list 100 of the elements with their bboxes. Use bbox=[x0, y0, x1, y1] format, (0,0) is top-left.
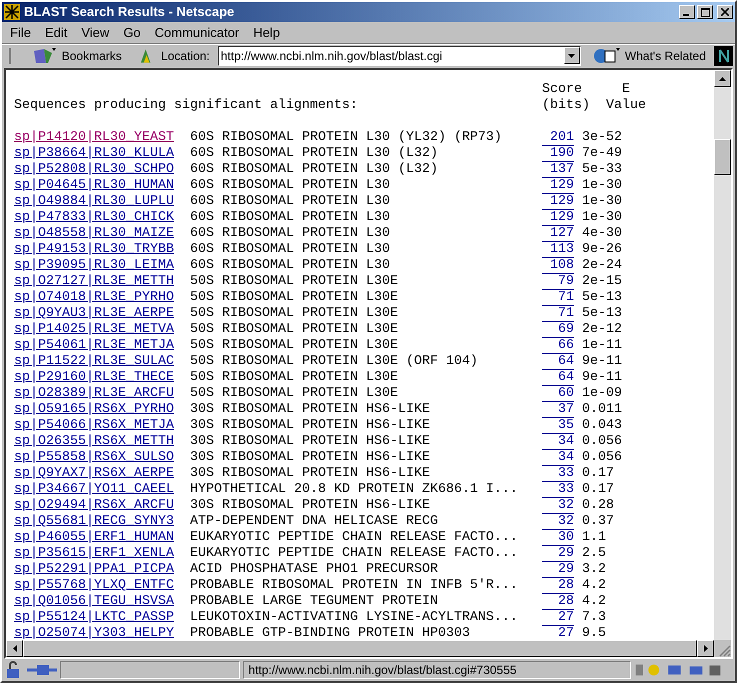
sequence-link[interactable]: sp|P55768|YLXQ_ENTFC bbox=[14, 578, 174, 594]
right-arrow-icon bbox=[704, 645, 708, 652]
score-link[interactable]: 28 bbox=[558, 594, 574, 609]
score-link[interactable]: 113 bbox=[550, 242, 574, 257]
sequence-link[interactable]: sp|P04645|RL30_HUMAN bbox=[14, 178, 174, 194]
score-link[interactable]: 129 bbox=[550, 178, 574, 193]
menu-item[interactable]: Help bbox=[253, 22, 280, 42]
vertical-scrollbar[interactable] bbox=[714, 70, 731, 640]
score-link[interactable]: 137 bbox=[550, 162, 574, 177]
score-link[interactable]: 33 bbox=[558, 482, 574, 497]
evalue-text: 0.17 bbox=[582, 466, 614, 482]
sequence-link[interactable]: sp|O49884|RL30_LUPLU bbox=[14, 194, 174, 210]
sequence-link[interactable]: sp|P29160|RL3E_THECE bbox=[14, 370, 174, 386]
bookmarks-button[interactable]: Bookmarks bbox=[32, 46, 122, 64]
score-link[interactable]: 27 bbox=[558, 610, 574, 625]
evalue-text: 5e-13 bbox=[582, 290, 622, 306]
sequence-link[interactable]: sp|O74018|RL3E_PYRHO bbox=[14, 290, 174, 306]
sequence-link[interactable]: sp|O27127|RL3E_METTH bbox=[14, 274, 174, 290]
description-text: PROBABLE GTP-BINDING PROTEIN HP0303 bbox=[190, 626, 471, 640]
sequence-link[interactable]: sp|P46055|ERF1_HUMAN bbox=[14, 530, 174, 546]
score-link[interactable]: 71 bbox=[558, 306, 574, 321]
score-link[interactable]: 127 bbox=[550, 226, 574, 241]
sequence-link[interactable]: sp|O25074|Y303_HELPY bbox=[14, 626, 174, 640]
whats-related-button[interactable]: What's Related bbox=[592, 46, 706, 64]
score-link[interactable]: 71 bbox=[558, 290, 574, 305]
description-text: EUKARYOTIC PEPTIDE CHAIN RELEASE FACTO... bbox=[190, 546, 519, 562]
sequence-link[interactable]: sp|Q01056|TEGU_HSVSA bbox=[14, 594, 174, 610]
sequence-link[interactable]: sp|P35615|ERF1_XENLA bbox=[14, 546, 174, 562]
description-text: HYPOTHETICAL 20.8 KD PROTEIN ZK686.1 I... bbox=[190, 482, 519, 498]
evalue-text: 7e-49 bbox=[582, 146, 622, 162]
scroll-thumb[interactable] bbox=[714, 139, 731, 175]
menu-item[interactable]: File bbox=[10, 22, 31, 42]
score-link[interactable]: 66 bbox=[558, 338, 574, 353]
sequence-link[interactable]: sp|P49153|RL30_TRYBB bbox=[14, 242, 174, 258]
menu-item[interactable]: Edit bbox=[44, 22, 68, 42]
evalue-text: 5e-33 bbox=[582, 162, 622, 178]
sequence-link[interactable]: sp|P55124|LKTC_PASSP bbox=[14, 610, 174, 626]
sequence-link[interactable]: sp|P34667|YO11_CAEEL bbox=[14, 482, 174, 498]
score-link[interactable]: 60 bbox=[558, 386, 574, 401]
description-text: 30S RIBOSOMAL PROTEIN HS6-LIKE bbox=[190, 434, 431, 450]
score-link[interactable]: 32 bbox=[558, 514, 574, 529]
score-link[interactable]: 30 bbox=[558, 530, 574, 545]
sequence-link[interactable]: sp|O26355|RS6X_METTH bbox=[14, 434, 174, 450]
sequence-link[interactable]: sp|P54061|RL3E_METJA bbox=[14, 338, 174, 354]
score-link[interactable]: 64 bbox=[558, 354, 574, 369]
score-link[interactable]: 79 bbox=[558, 274, 574, 289]
resize-grip-icon[interactable] bbox=[719, 645, 731, 657]
left-arrow-icon bbox=[12, 645, 16, 652]
description-text: PROBABLE RIBOSOMAL PROTEIN IN INFB 5'R... bbox=[190, 578, 519, 594]
score-link[interactable]: 28 bbox=[558, 578, 574, 593]
sequence-link[interactable]: sp|P14120|RL30_YEAST bbox=[14, 130, 174, 146]
sequence-link[interactable]: sp|P52291|PPA1_PICPA bbox=[14, 562, 174, 578]
score-link[interactable]: 129 bbox=[550, 194, 574, 209]
score-link[interactable]: 108 bbox=[550, 258, 574, 273]
score-link[interactable]: 129 bbox=[550, 210, 574, 225]
dropdown-button[interactable] bbox=[564, 47, 580, 64]
score-link[interactable]: 69 bbox=[558, 322, 574, 337]
sequence-link[interactable]: sp|P55858|RS6X_SULSO bbox=[14, 450, 174, 466]
description-text: 60S RIBOSOMAL PROTEIN L30 bbox=[190, 226, 391, 242]
score-link[interactable]: 34 bbox=[558, 450, 574, 465]
sequence-link[interactable]: sp|P14025|RL3E_METVA bbox=[14, 322, 174, 338]
description-text: 50S RIBOSOMAL PROTEIN L30E bbox=[190, 274, 399, 290]
score-link[interactable]: 190 bbox=[550, 146, 574, 161]
sequence-link[interactable]: sp|O29494|RS6X_ARCFU bbox=[14, 498, 174, 514]
menu-item[interactable]: Communicator bbox=[154, 22, 240, 42]
sequence-link[interactable]: sp|O59165|RS6X_PYRHO bbox=[14, 402, 174, 418]
score-link[interactable]: 32 bbox=[558, 498, 574, 513]
evalue-text: 3.2 bbox=[582, 562, 606, 578]
score-link[interactable]: 29 bbox=[558, 562, 574, 577]
sequence-link[interactable]: sp|Q55681|RECG_SYNY3 bbox=[14, 514, 174, 530]
sequence-link[interactable]: sp|Q9YAX7|RS6X_AERPE bbox=[14, 466, 174, 482]
sequence-link[interactable]: sp|P54066|RS6X_METJA bbox=[14, 418, 174, 434]
evalue-text: 1.1 bbox=[582, 530, 606, 546]
score-link[interactable]: 35 bbox=[558, 418, 574, 433]
evalue-text: 1e-30 bbox=[582, 210, 622, 226]
score-link[interactable]: 37 bbox=[558, 402, 574, 417]
sequence-link[interactable]: sp|P11522|RL3E_SULAC bbox=[14, 354, 174, 370]
maximize-button[interactable] bbox=[697, 5, 713, 19]
sequence-link[interactable]: sp|Q9YAU3|RL3E_AERPE bbox=[14, 306, 174, 322]
close-button[interactable] bbox=[717, 5, 733, 19]
menu-item[interactable]: View bbox=[81, 22, 110, 42]
evalue-text: 1e-30 bbox=[582, 194, 622, 210]
score-link[interactable]: 34 bbox=[558, 434, 574, 449]
column-header: Score bbox=[542, 82, 582, 98]
score-link[interactable]: 27 bbox=[558, 626, 574, 640]
score-link[interactable]: 201 bbox=[550, 130, 574, 145]
sequence-link[interactable]: sp|P47833|RL30_CHICK bbox=[14, 210, 174, 226]
sequence-link[interactable]: sp|O48558|RL30_MAIZE bbox=[14, 226, 174, 242]
score-link[interactable]: 29 bbox=[558, 546, 574, 561]
score-link[interactable]: 33 bbox=[558, 466, 574, 481]
sequence-link[interactable]: sp|P52808|RL30_SCHPO bbox=[14, 162, 174, 178]
menu-item[interactable]: Go bbox=[123, 22, 141, 42]
sequence-link[interactable]: sp|O28389|RL3E_ARCFU bbox=[14, 386, 174, 402]
location-field[interactable]: http://www.ncbi.nlm.nih.gov/blast/blast.cgi bbox=[218, 46, 581, 66]
sequence-link[interactable]: sp|P38664|RL30_KLULA bbox=[14, 146, 174, 162]
sequence-link[interactable]: sp|P39095|RL30_LEIMA bbox=[14, 258, 174, 274]
bookmarks-icon bbox=[32, 46, 58, 64]
score-link[interactable]: 64 bbox=[558, 370, 574, 385]
minimize-button[interactable] bbox=[679, 5, 695, 19]
window-title: BLAST Search Results - Netscape bbox=[24, 3, 236, 22]
